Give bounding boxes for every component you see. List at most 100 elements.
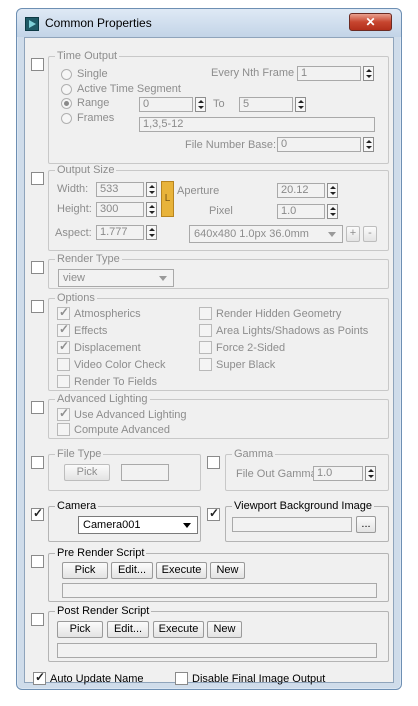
file-number-base-field[interactable]: 0 — [277, 137, 361, 152]
post-render-group: Post Render Script Pick Edit... Execute … — [48, 605, 389, 662]
close-button[interactable]: ✕ — [349, 13, 392, 31]
window-title: Common Properties — [45, 16, 152, 30]
pixel-spinner[interactable] — [327, 204, 338, 219]
video-color-check-checkbox[interactable] — [57, 358, 70, 371]
force-2-sided-checkbox[interactable] — [199, 341, 212, 354]
pre-render-pick-button[interactable]: Pick — [62, 562, 108, 579]
aspect-field[interactable]: 1.777 — [96, 225, 144, 240]
advanced-lighting-enable-checkbox[interactable] — [31, 401, 44, 414]
options-enable-checkbox[interactable] — [31, 300, 44, 313]
active-time-segment-radio[interactable] — [61, 84, 72, 95]
single-radio[interactable] — [61, 69, 72, 80]
height-field[interactable]: 300 — [96, 202, 144, 217]
auto-update-name-checkbox[interactable] — [33, 670, 46, 685]
viewport-bg-group: Viewport Background Image ... — [225, 500, 389, 542]
render-hidden-geometry-checkbox[interactable] — [199, 307, 212, 320]
super-black-checkbox[interactable] — [199, 358, 212, 371]
file-type-field[interactable] — [121, 464, 169, 481]
range-radio[interactable] — [61, 98, 72, 109]
aspect-spinner[interactable] — [146, 225, 157, 240]
file-type-enable-checkbox[interactable] — [31, 456, 44, 469]
video-color-check-label: Video Color Check — [74, 359, 166, 371]
render-type-group: Render Type view — [48, 253, 389, 289]
use-advanced-lighting-checkbox[interactable] — [57, 406, 70, 421]
frames-label: Frames — [77, 112, 115, 124]
file-number-base-spinner[interactable] — [363, 137, 374, 152]
pre-render-execute-button[interactable]: Execute — [156, 562, 207, 579]
chevron-down-icon — [159, 276, 167, 281]
range-from-spinner[interactable] — [195, 97, 206, 112]
atmospherics-checkbox[interactable] — [57, 305, 70, 320]
app-icon — [25, 17, 39, 31]
range-to-field[interactable]: 5 — [239, 97, 293, 112]
output-size-enable-checkbox[interactable] — [31, 172, 44, 185]
post-render-execute-button[interactable]: Execute — [153, 621, 204, 638]
active-time-segment-label: Active Time Segment — [77, 83, 181, 95]
pre-render-new-button[interactable]: New — [210, 562, 245, 579]
frames-field[interactable]: 1,3,5-12 — [139, 117, 375, 132]
height-spinner[interactable] — [146, 202, 157, 217]
viewport-bg-enable-checkbox[interactable] — [207, 506, 220, 521]
post-render-enable-checkbox[interactable] — [31, 613, 44, 626]
output-size-preset-dropdown[interactable]: 640x480 1.0px 36.0mm — [189, 225, 343, 243]
time-output-enable-checkbox[interactable] — [31, 58, 44, 71]
gamma-enable-checkbox[interactable] — [207, 456, 220, 469]
file-out-gamma-label: File Out Gamma — [236, 468, 317, 480]
remove-preset-button[interactable]: - — [363, 226, 377, 242]
post-render-pick-button[interactable]: Pick — [57, 621, 103, 638]
file-number-base-label: File Number Base: — [185, 139, 277, 151]
aperture-spinner[interactable] — [327, 183, 338, 198]
chevron-down-icon — [328, 232, 336, 237]
disable-final-output-label: Disable Final Image Output — [192, 673, 326, 685]
effects-checkbox[interactable] — [57, 322, 70, 337]
every-nth-frame-label: Every Nth Frame — [211, 67, 295, 79]
post-render-new-button[interactable]: New — [207, 621, 242, 638]
render-type-enable-checkbox[interactable] — [31, 261, 44, 274]
viewport-bg-browse-button[interactable]: ... — [356, 516, 376, 533]
atmospherics-label: Atmospherics — [74, 308, 141, 320]
chevron-down-icon — [183, 523, 191, 528]
post-render-edit-button[interactable]: Edit... — [107, 621, 149, 638]
pixel-label: Pixel — [209, 205, 233, 217]
title-bar[interactable]: Common Properties ✕ — [17, 9, 401, 37]
disable-final-output-checkbox[interactable] — [175, 672, 188, 685]
pixel-field[interactable]: 1.0 — [277, 204, 325, 219]
range-to-spinner[interactable] — [295, 97, 306, 112]
post-render-script-path[interactable] — [57, 643, 377, 658]
add-preset-button[interactable]: + — [346, 226, 360, 242]
width-label: Width: — [57, 183, 89, 195]
range-from-field[interactable]: 0 — [139, 97, 193, 112]
displacement-checkbox[interactable] — [57, 339, 70, 354]
camera-group: Camera Camera001 — [48, 500, 201, 542]
file-out-gamma-field[interactable]: 1.0 — [313, 466, 363, 481]
width-field[interactable]: 533 — [96, 182, 144, 197]
aperture-field[interactable]: 20.12 — [277, 183, 325, 198]
aspect-label: Aspect: — [55, 227, 92, 239]
width-spinner[interactable] — [146, 182, 157, 197]
pre-render-edit-button[interactable]: Edit... — [111, 562, 153, 579]
camera-enable-checkbox[interactable] — [31, 506, 44, 521]
advanced-lighting-legend: Advanced Lighting — [55, 393, 150, 405]
time-output-legend: Time Output — [55, 50, 120, 62]
file-out-gamma-spinner[interactable] — [365, 466, 376, 481]
compute-advanced-checkbox[interactable] — [57, 423, 70, 436]
pre-render-enable-checkbox[interactable] — [31, 555, 44, 568]
file-type-group: File Type Pick — [48, 448, 201, 491]
frames-radio[interactable] — [61, 113, 72, 124]
every-nth-frame-spinner[interactable] — [363, 66, 374, 81]
camera-dropdown[interactable]: Camera001 — [78, 516, 198, 534]
dialog-body: Time Output Single Every Nth Frame 1 Act… — [24, 37, 394, 685]
aspect-lock-button[interactable]: L — [161, 181, 174, 217]
file-type-pick-button[interactable]: Pick — [64, 464, 110, 481]
pre-render-script-path[interactable] — [62, 583, 377, 598]
gamma-group: Gamma File Out Gamma 1.0 — [225, 448, 389, 491]
post-render-legend: Post Render Script — [55, 605, 152, 617]
every-nth-frame-field[interactable]: 1 — [297, 66, 361, 81]
area-lights-checkbox[interactable] — [199, 324, 212, 337]
viewport-bg-field[interactable] — [232, 517, 352, 532]
pre-render-group: Pre Render Script Pick Edit... Execute N… — [48, 547, 389, 602]
render-to-fields-checkbox[interactable] — [57, 375, 70, 388]
camera-legend: Camera — [55, 500, 99, 512]
camera-value: Camera001 — [83, 519, 141, 531]
render-type-dropdown[interactable]: view — [58, 269, 174, 287]
